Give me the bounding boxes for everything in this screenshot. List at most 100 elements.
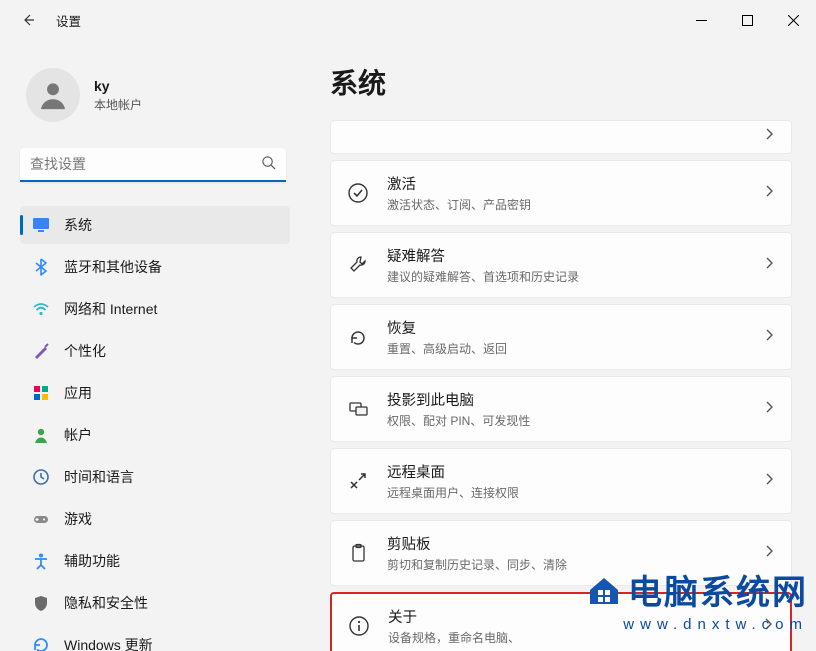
titlebar-left: 设置 [18, 10, 81, 30]
settings-window: 设置 ky 本地帐户 [0, 0, 816, 651]
settings-item-subtitle: 激活状态、订阅、产品密钥 [387, 196, 745, 213]
sidebar-item-time[interactable]: 时间和语言 [20, 458, 290, 496]
settings-item-body: 投影到此电脑 权限、配对 PIN、可发现性 [387, 389, 745, 429]
sidebar-item-label: 蓝牙和其他设备 [64, 257, 162, 277]
main-panel: 系统 激活 激活状态、订阅、产品密钥 疑难解答 建议的疑难解答、首选项和历史记录… [300, 40, 816, 651]
window-title: 设置 [56, 11, 81, 30]
bluetooth-icon [32, 258, 50, 276]
clock-icon [32, 468, 50, 486]
sidebar-nav: 系统 蓝牙和其他设备 网络和 Internet 个性化 应用 帐户 时间和语言 … [20, 206, 290, 651]
settings-item-title: 投影到此电脑 [387, 389, 745, 410]
settings-list: 激活 激活状态、订阅、产品密钥 疑难解答 建议的疑难解答、首选项和历史记录 恢复… [330, 120, 792, 651]
chevron-right-icon [763, 184, 775, 202]
settings-item-title: 疑难解答 [387, 245, 745, 266]
sidebar-item-network[interactable]: 网络和 Internet [20, 290, 290, 328]
settings-item-body: 激活 激活状态、订阅、产品密钥 [387, 173, 745, 213]
chevron-right-icon [763, 328, 775, 346]
sidebar-item-gaming[interactable]: 游戏 [20, 500, 290, 538]
close-button[interactable] [770, 0, 816, 40]
account-profile[interactable]: ky 本地帐户 [20, 64, 290, 142]
sidebar-item-update[interactable]: Windows 更新 [20, 626, 290, 651]
profile-text: ky 本地帐户 [94, 78, 142, 113]
settings-item-remote[interactable]: 远程桌面 远程桌面用户、连接权限 [330, 448, 792, 514]
minimize-button[interactable] [678, 0, 724, 40]
settings-item-clipboard[interactable]: 剪贴板 剪切和复制历史记录、同步、清除 [330, 520, 792, 586]
settings-item-title: 激活 [387, 173, 745, 194]
arrow-left-icon [20, 12, 36, 28]
monitor-icon [32, 216, 50, 234]
settings-item-title: 关于 [388, 606, 744, 627]
search-container [20, 148, 286, 182]
sidebar-item-system[interactable]: 系统 [20, 206, 290, 244]
chevron-right-icon [763, 544, 775, 562]
screens-icon [347, 398, 369, 420]
sidebar-item-accounts[interactable]: 帐户 [20, 416, 290, 454]
sidebar-item-label: 个性化 [64, 341, 106, 361]
sidebar-item-label: 系统 [64, 215, 92, 235]
shield-icon [32, 594, 50, 612]
settings-item-recovery[interactable]: 恢复 重置、高级启动、返回 [330, 304, 792, 370]
wifi-icon [32, 300, 50, 318]
list-item-partial[interactable] [330, 120, 792, 154]
sidebar-item-label: 游戏 [64, 509, 92, 529]
chevron-right-icon [762, 617, 774, 635]
window-body: ky 本地帐户 系统 蓝牙和其他设备 网络和 Internet 个性化 应用 帐… [0, 40, 816, 651]
sidebar-item-privacy[interactable]: 隐私和安全性 [20, 584, 290, 622]
settings-item-body: 疑难解答 建议的疑难解答、首选项和历史记录 [387, 245, 745, 285]
titlebar: 设置 [0, 0, 816, 40]
settings-item-subtitle: 权限、配对 PIN、可发现性 [387, 412, 745, 429]
person-icon [32, 426, 50, 444]
settings-item-activation[interactable]: 激活 激活状态、订阅、产品密钥 [330, 160, 792, 226]
sidebar-item-label: 应用 [64, 383, 92, 403]
settings-item-project[interactable]: 投影到此电脑 权限、配对 PIN、可发现性 [330, 376, 792, 442]
settings-item-about[interactable]: 关于 设备规格，重命名电脑、 [330, 592, 792, 651]
sidebar-item-bluetooth[interactable]: 蓝牙和其他设备 [20, 248, 290, 286]
profile-name: ky [94, 78, 142, 94]
remote-icon [347, 470, 369, 492]
settings-item-body: 恢复 重置、高级启动、返回 [387, 317, 745, 357]
search-input[interactable] [20, 148, 286, 182]
settings-item-troubleshoot[interactable]: 疑难解答 建议的疑难解答、首选项和历史记录 [330, 232, 792, 298]
settings-item-subtitle: 重置、高级启动、返回 [387, 340, 745, 357]
sidebar-item-label: Windows 更新 [64, 635, 153, 651]
sidebar: ky 本地帐户 系统 蓝牙和其他设备 网络和 Internet 个性化 应用 帐… [0, 40, 300, 651]
chevron-right-icon [763, 256, 775, 274]
settings-item-body: 远程桌面 远程桌面用户、连接权限 [387, 461, 745, 501]
maximize-icon [742, 15, 753, 26]
sidebar-item-label: 辅助功能 [64, 551, 120, 571]
search-icon [261, 155, 276, 175]
wrench-icon [347, 254, 369, 276]
chevron-right-icon [763, 127, 775, 145]
window-controls [678, 0, 816, 40]
chevron-right-icon [763, 400, 775, 418]
sidebar-item-label: 时间和语言 [64, 467, 134, 487]
page-title: 系统 [330, 62, 792, 102]
back-button[interactable] [18, 10, 38, 30]
settings-item-title: 恢复 [387, 317, 745, 338]
settings-item-body: 关于 设备规格，重命名电脑、 [388, 606, 744, 646]
update-icon [32, 636, 50, 651]
sidebar-item-personalize[interactable]: 个性化 [20, 332, 290, 370]
gamepad-icon [32, 510, 50, 528]
sidebar-item-label: 帐户 [64, 425, 92, 445]
avatar [26, 68, 80, 122]
settings-item-body: 剪贴板 剪切和复制历史记录、同步、清除 [387, 533, 745, 573]
check-circle-icon [347, 182, 369, 204]
settings-item-subtitle: 设备规格，重命名电脑、 [388, 629, 744, 646]
chevron-right-icon [763, 472, 775, 490]
info-icon [348, 615, 370, 637]
settings-item-subtitle: 远程桌面用户、连接权限 [387, 484, 745, 501]
close-icon [788, 15, 799, 26]
settings-item-subtitle: 建议的疑难解答、首选项和历史记录 [387, 268, 745, 285]
brush-icon [32, 342, 50, 360]
sidebar-item-label: 隐私和安全性 [64, 593, 148, 613]
sidebar-item-apps[interactable]: 应用 [20, 374, 290, 412]
settings-item-title: 剪贴板 [387, 533, 745, 554]
profile-subtitle: 本地帐户 [94, 96, 142, 113]
sidebar-item-accessibility[interactable]: 辅助功能 [20, 542, 290, 580]
maximize-button[interactable] [724, 0, 770, 40]
person-icon [36, 78, 70, 112]
recovery-icon [347, 326, 369, 348]
sidebar-item-label: 网络和 Internet [64, 299, 157, 319]
settings-item-subtitle: 剪切和复制历史记录、同步、清除 [387, 556, 745, 573]
